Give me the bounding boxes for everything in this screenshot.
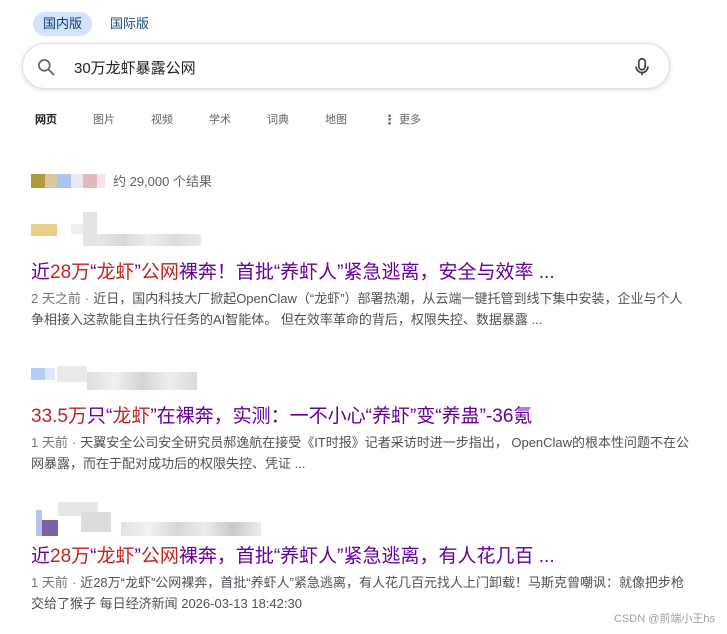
tab-more-label: 更多 bbox=[399, 114, 421, 126]
more-vertical-icon: ⋮ bbox=[383, 112, 396, 127]
blurred-site-info bbox=[31, 500, 691, 536]
search-result: 近28万“龙虾”公网裸奔，首批“养虾人”紧急逃离，有人花几百 ... 1 天前 ·… bbox=[31, 500, 691, 614]
tab-videos[interactable]: 视频 bbox=[151, 112, 173, 128]
result-age: 1 天前 bbox=[31, 435, 68, 450]
result-snippet-text: 近28万“龙虾”公网裸奔，首批“养虾人”紧急逃离，有人花几百元找人上门卸载！马斯… bbox=[31, 575, 684, 611]
tab-dictionary[interactable]: 词典 bbox=[267, 112, 289, 128]
separator-dot: · bbox=[71, 575, 77, 590]
separator-dot: · bbox=[84, 291, 90, 306]
blurred-site-info bbox=[31, 366, 691, 400]
result-title[interactable]: 近28万“龙虾”公网裸奔！首批“养虾人”紧急逃离，安全与效率 ... bbox=[31, 260, 691, 286]
region-tabs: 国内版 国际版 bbox=[33, 12, 159, 36]
search-vertical-tabs: 网页 图片 视频 学术 词典 地图 ⋮ 更多 bbox=[35, 112, 457, 128]
result-title[interactable]: 近28万“龙虾”公网裸奔，首批“养虾人”紧急逃离，有人花几百 ... bbox=[31, 544, 691, 570]
tab-web[interactable]: 网页 bbox=[35, 112, 57, 128]
tab-images[interactable]: 图片 bbox=[93, 112, 115, 128]
blurred-site-info bbox=[31, 212, 691, 246]
separator-dot: · bbox=[71, 435, 77, 450]
region-tab-international[interactable]: 国际版 bbox=[100, 12, 159, 36]
tab-more[interactable]: ⋮ 更多 bbox=[383, 112, 421, 128]
tab-academic[interactable]: 学术 bbox=[209, 112, 231, 128]
watermark: CSDN @前端小王hs bbox=[613, 613, 715, 625]
search-box[interactable] bbox=[22, 43, 670, 89]
microphone-icon[interactable] bbox=[631, 56, 653, 78]
result-count: 约 29,000 个结果 bbox=[113, 174, 212, 189]
region-tab-domestic[interactable]: 国内版 bbox=[33, 12, 93, 36]
search-result: 近28万“龙虾”公网裸奔！首批“养虾人”紧急逃离，安全与效率 ... 2 天之前… bbox=[31, 212, 691, 330]
search-result: 33.5万只“龙虾”在裸奔，实测：一不小心“养虾”变“养蛊”-36氪 1 天前 ·… bbox=[31, 366, 691, 474]
result-snippet: 1 天前 · 近28万“龙虾”公网裸奔，首批“养虾人”紧急逃离，有人花几百元找人上门… bbox=[31, 572, 691, 614]
blurred-avatar-strip bbox=[31, 173, 105, 188]
search-icon[interactable] bbox=[36, 57, 56, 77]
result-stats: 约 29,000 个结果 bbox=[31, 171, 212, 190]
result-title[interactable]: 33.5万只“龙虾”在裸奔，实测：一不小心“养虾”变“养蛊”-36氪 bbox=[31, 404, 691, 430]
result-snippet: 1 天前 · 天翼安全公司安全研究员郝逸航在接受《IT时报》记者采访时进一步指出， … bbox=[31, 432, 691, 474]
result-snippet-text: 天翼安全公司安全研究员郝逸航在接受《IT时报》记者采访时进一步指出， OpenC… bbox=[31, 435, 690, 471]
result-age: 1 天前 bbox=[31, 575, 68, 590]
result-snippet: 2 天之前 · 近日，国内科技大厂掀起OpenClaw（“龙虾”）部署热潮，从云端一… bbox=[31, 288, 691, 330]
result-snippet-text: 近日，国内科技大厂掀起OpenClaw（“龙虾”）部署热潮，从云端一键托管到线下… bbox=[31, 291, 683, 327]
result-age: 2 天之前 bbox=[31, 291, 81, 306]
search-input[interactable] bbox=[74, 56, 614, 78]
tab-maps[interactable]: 地图 bbox=[325, 112, 347, 128]
